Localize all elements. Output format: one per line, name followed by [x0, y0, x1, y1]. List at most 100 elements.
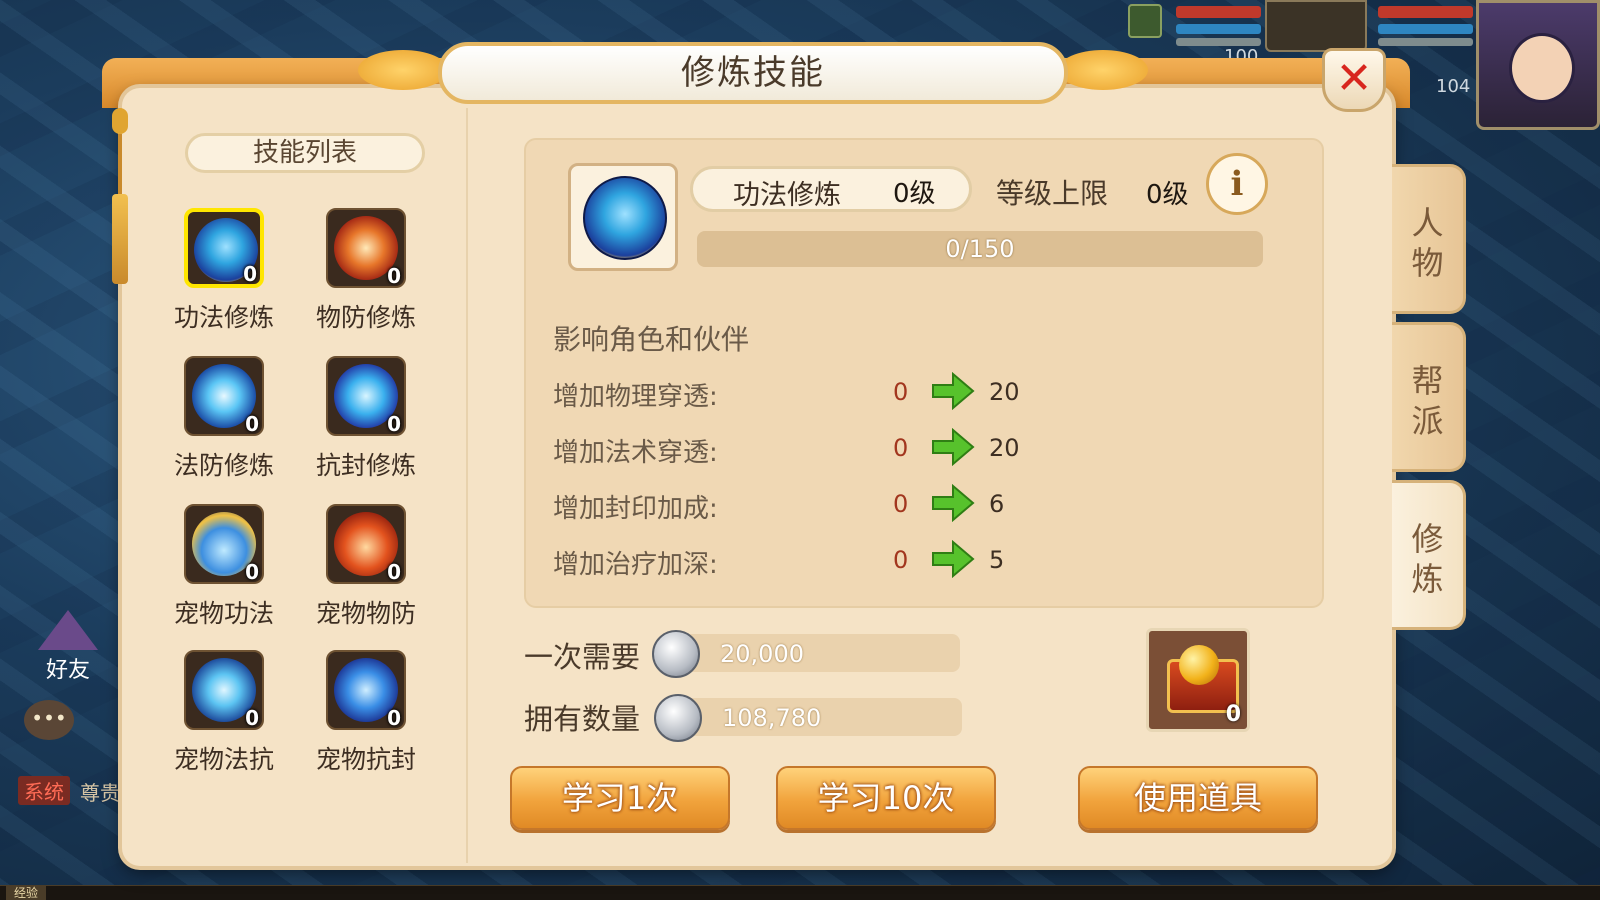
cost-per-study-value: 20,000 — [720, 640, 804, 668]
tab-guild[interactable]: 帮派 — [1392, 322, 1466, 472]
stat-row: 增加法术穿透: 0 20 — [553, 428, 1053, 472]
skill-name: 功法修炼 — [173, 303, 274, 332]
skill-level-badge: 0 — [245, 560, 259, 584]
friends-button[interactable]: 好友 — [28, 610, 108, 684]
close-button[interactable]: ✕ — [1322, 48, 1386, 112]
friends-label: 好友 — [45, 658, 90, 683]
experience-bar: 经验 — [0, 885, 1600, 900]
skill-level-badge: 0 — [387, 412, 401, 436]
stat-label: 增加法术穿透: — [553, 438, 718, 468]
skill-name: 物防修炼 — [315, 303, 416, 332]
stat-row: 增加封印加成: 0 6 — [553, 484, 1053, 528]
stat-label: 增加治疗加深: — [553, 550, 718, 580]
use-item-label: 使用道具 — [1133, 779, 1262, 817]
skill-name: 宠物法抗 — [173, 745, 274, 774]
stat-next: 6 — [989, 490, 1005, 518]
skill-name: 宠物物防 — [315, 599, 416, 628]
hero-face-avatar — [1509, 33, 1575, 103]
learn-ten-label: 学习10次 — [817, 779, 955, 817]
skill-name: 宠物抗封 — [315, 745, 416, 774]
skill-item-gongfa[interactable]: 0 功法修炼 — [159, 200, 289, 340]
blue-dragon-orb-icon — [583, 176, 667, 260]
stat-next: 5 — [989, 546, 1005, 574]
pet-exp-bar — [1176, 38, 1261, 46]
hero-mp-bar — [1378, 24, 1473, 34]
stat-label: 增加封印加成: — [553, 494, 718, 524]
skill-item-fafang[interactable]: 0 法防修炼 — [159, 348, 289, 488]
tab-character-label: 人物 — [1411, 204, 1444, 282]
use-item-button[interactable]: 使用道具 — [1078, 766, 1318, 830]
skill-item-pet-fakang[interactable]: 0 宠物法抗 — [159, 642, 289, 782]
skill-item-wufang[interactable]: 0 物防修炼 — [301, 200, 431, 340]
green-arrow-icon — [932, 428, 975, 466]
skill-item-pet-wufang[interactable]: 0 宠物物防 — [301, 496, 431, 636]
silver-coin-icon — [654, 694, 702, 742]
chat-bubble-icon[interactable]: ••• — [24, 700, 74, 740]
tab-cultivation-label: 修炼 — [1411, 520, 1444, 598]
skill-level-badge: 0 — [245, 412, 259, 436]
window-title: 修炼技能 — [681, 53, 825, 93]
stat-current: 0 — [893, 490, 909, 518]
learn-once-button[interactable]: 学习1次 — [510, 766, 730, 830]
skill-level-badge: 0 — [245, 706, 259, 730]
item-count: 0 — [1225, 702, 1241, 727]
skill-level-badge: 0 — [243, 262, 257, 286]
friend-hat-icon — [38, 610, 98, 650]
stat-next: 20 — [989, 434, 1020, 462]
cultivation-item-slot[interactable]: 0 — [1146, 628, 1250, 732]
pet-hp-mp-bars — [1176, 0, 1261, 46]
stat-current: 0 — [893, 546, 909, 574]
stat-label: 增加物理穿透: — [553, 382, 718, 412]
skill-name: 法防修炼 — [173, 451, 274, 480]
tab-cultivation[interactable]: 修炼 — [1392, 480, 1466, 630]
stat-row: 增加物理穿透: 0 20 — [553, 372, 1053, 416]
selected-skill-level: 0级 — [893, 179, 936, 209]
skill-name: 抗封修炼 — [315, 451, 416, 480]
pet-mp-bar — [1176, 24, 1261, 34]
stat-current: 0 — [893, 434, 909, 462]
learn-ten-button[interactable]: 学习10次 — [776, 766, 996, 830]
skill-progress-text: 0/150 — [945, 235, 1015, 263]
stat-row: 增加治疗加深: 0 5 — [553, 540, 1053, 584]
selected-skill-name: 功法修炼 — [733, 180, 841, 211]
silver-coin-icon — [652, 630, 700, 678]
tassel-ornament — [112, 108, 128, 288]
stat-next: 20 — [989, 378, 1020, 406]
column-divider — [466, 108, 468, 863]
skill-level-badge: 0 — [387, 706, 401, 730]
title-left-ornament — [358, 50, 448, 90]
hero-level-text: 104 — [1436, 76, 1471, 97]
hero-exp-bar — [1378, 38, 1473, 46]
close-x-icon: ✕ — [1335, 53, 1373, 104]
learn-once-label: 学习1次 — [561, 779, 679, 817]
owned-amount-value: 108,780 — [722, 704, 822, 732]
green-arrow-icon — [932, 540, 975, 578]
info-button[interactable]: i — [1206, 153, 1268, 215]
hero-portrait[interactable] — [1476, 0, 1600, 130]
skill-level-badge: 0 — [387, 560, 401, 584]
system-channel-tag: 系统 — [18, 776, 70, 805]
pet-portrait[interactable] — [1265, 0, 1367, 52]
owned-amount-label: 拥有数量 — [524, 702, 641, 736]
tab-character[interactable]: 人物 — [1392, 164, 1466, 314]
title-right-ornament — [1058, 50, 1148, 90]
experience-label: 经验 — [6, 886, 47, 900]
hero-hp-mp-bars — [1378, 0, 1473, 46]
affects-label: 影响角色和伙伴 — [553, 323, 750, 356]
skill-level-badge: 0 — [387, 264, 401, 288]
skill-progress-bar: 0/150 — [697, 231, 1263, 267]
level-cap-value: 0级 — [1146, 180, 1189, 210]
tab-guild-label: 帮派 — [1411, 362, 1444, 440]
golden-orb-icon — [1179, 645, 1219, 685]
cost-per-study-label: 一次需要 — [524, 640, 641, 674]
skill-item-pet-gongfa[interactable]: 0 宠物功法 — [159, 496, 289, 636]
green-arrow-icon — [932, 484, 975, 522]
skill-item-pet-kangfeng[interactable]: 0 宠物抗封 — [301, 642, 431, 782]
buff-icon[interactable] — [1128, 4, 1162, 38]
pet-hp-bar — [1176, 6, 1261, 18]
green-arrow-icon — [932, 372, 975, 410]
skill-name: 宠物功法 — [173, 599, 274, 628]
hero-hp-bar — [1378, 6, 1473, 18]
skill-item-kangfeng[interactable]: 0 抗封修炼 — [301, 348, 431, 488]
system-message-text: 尊贵 — [80, 781, 120, 805]
